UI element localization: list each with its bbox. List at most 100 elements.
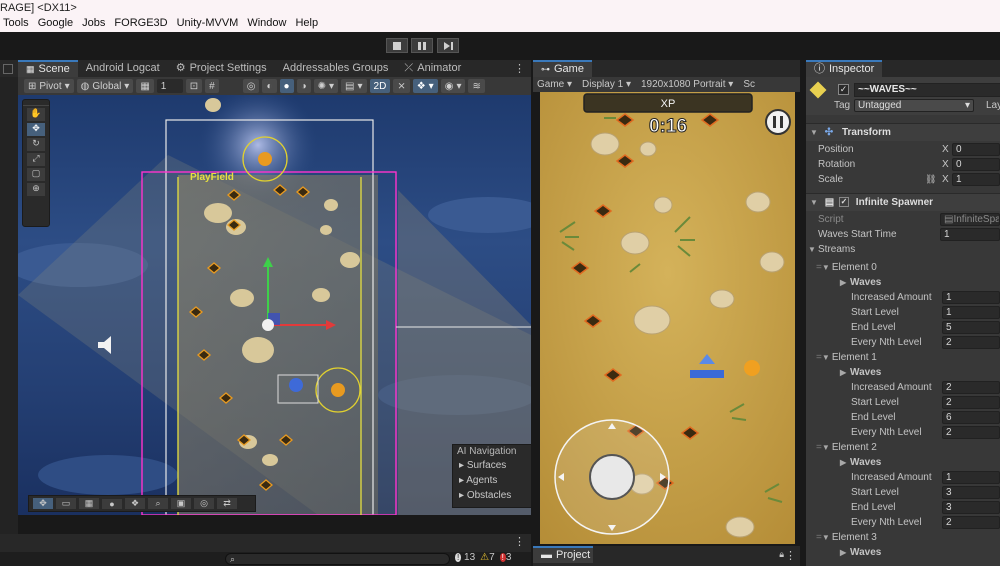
pivot-dropdown[interactable]: ⊞ Pivot ▾ xyxy=(24,79,74,93)
element-1-row[interactable]: =▼ Element 1 xyxy=(806,350,1000,365)
infinite-spawner-header[interactable]: ▼ ▤ ✓ Infinite Spawner xyxy=(806,193,1000,211)
rotation-x-field[interactable]: 0 xyxy=(952,158,1000,171)
lighting-button[interactable]: ✺ ▾ xyxy=(313,79,339,93)
element-3-row[interactable]: =▼ Element 3 xyxy=(806,530,1000,545)
menu-forge3d[interactable]: FORGE3D xyxy=(111,16,173,32)
kebab-menu-icon[interactable]: ⋮ xyxy=(785,549,796,562)
kebab-menu-icon[interactable]: ⋮ xyxy=(514,62,525,75)
active-checkbox[interactable]: ✓ xyxy=(838,84,849,95)
menu-help[interactable]: Help xyxy=(292,16,324,32)
tag-dropdown[interactable]: Untagged ▾ xyxy=(854,99,974,112)
game-canvas[interactable]: XP 0:16 xyxy=(540,92,795,544)
step-button[interactable] xyxy=(437,38,459,53)
increased-amount-field[interactable]: 2 xyxy=(942,381,1000,394)
menu-jobs[interactable]: Jobs xyxy=(79,16,111,32)
element-2-row[interactable]: =▼ Element 2 xyxy=(806,440,1000,455)
gizmos-button[interactable]: ≋ xyxy=(468,79,485,93)
move-tool-icon[interactable]: ✥ xyxy=(27,123,45,136)
menu-unity-mvvm[interactable]: Unity-MVVM xyxy=(174,16,245,32)
tile-icon[interactable]: ▭ xyxy=(56,498,76,509)
gizmo-center[interactable] xyxy=(262,319,274,331)
grid-snap-button[interactable]: ▦ xyxy=(136,79,154,93)
resolution-dropdown[interactable]: 1920x1080 Portrait ▾ xyxy=(641,79,733,90)
transform-header[interactable]: ▼ ✣ Transform xyxy=(806,123,1000,141)
effects-button[interactable]: ❖ ▾ xyxy=(412,79,438,93)
increased-amount-field[interactable]: 1 xyxy=(942,291,1000,304)
waves-start-field[interactable]: 1 xyxy=(940,228,1000,241)
error-count[interactable]: ! 3 xyxy=(499,552,511,563)
joystick-knob[interactable] xyxy=(589,454,635,500)
shaded-button[interactable]: ● xyxy=(279,79,294,93)
pause-button[interactable] xyxy=(411,38,433,53)
waves-row[interactable]: ▶ Waves xyxy=(806,545,1000,560)
menu-google[interactable]: Google xyxy=(35,16,79,32)
ai-nav-obstacles[interactable]: ▸ Obstacles xyxy=(453,488,531,503)
kebab-menu-icon[interactable]: ⋮ xyxy=(514,535,525,548)
display-dropdown[interactable]: Display 1 ▾ xyxy=(582,79,631,90)
tab-addressables-groups[interactable]: Addressables Groups xyxy=(275,60,397,77)
wireframe-button[interactable]: ◑ xyxy=(296,79,311,93)
scale-tool-icon[interactable]: ⤢ xyxy=(27,153,45,166)
position-x-field[interactable]: 0 xyxy=(952,143,1000,156)
every-nth-level-field[interactable]: 2 xyxy=(942,426,1000,439)
warning-count[interactable]: ⚠7 xyxy=(480,552,495,563)
every-nth-level-field[interactable]: 2 xyxy=(942,336,1000,349)
link-icon[interactable]: ⛓ xyxy=(925,172,936,187)
element-0-row[interactable]: =▼ Element 0 xyxy=(806,260,1000,275)
tab-project-settings[interactable]: ⚙ Project Settings xyxy=(168,60,275,77)
menu-window[interactable]: Window xyxy=(244,16,292,32)
layers-icon[interactable]: ❖ xyxy=(125,498,145,509)
rect-tool-icon[interactable]: ▢ xyxy=(27,168,45,181)
start-level-field[interactable]: 3 xyxy=(942,486,1000,499)
shuffle-icon[interactable]: ⇄ xyxy=(217,498,237,509)
rotate-tool-icon[interactable]: ↻ xyxy=(27,138,45,151)
end-level-field[interactable]: 5 xyxy=(942,321,1000,334)
console-counters[interactable]: ! 13 ⚠7 ! 3 xyxy=(455,552,511,563)
console-search-input[interactable]: ⌕ xyxy=(225,553,450,565)
tab-animator[interactable]: ⤫ Animator xyxy=(396,60,469,77)
tab-project[interactable]: ▬ Project xyxy=(533,546,593,563)
waves-row[interactable]: ▶ Waves xyxy=(806,455,1000,470)
panel-divider[interactable] xyxy=(531,60,533,566)
streams-row[interactable]: ▼ Streams xyxy=(806,242,1000,257)
tab-scene[interactable]: ▦ Scene xyxy=(18,60,78,77)
scale-x-field[interactable]: 1 xyxy=(952,173,1000,186)
game-mode-dropdown[interactable]: Game ▾ xyxy=(537,79,572,90)
waves-row[interactable]: ▶ Waves xyxy=(806,275,1000,290)
grid-visibility-button[interactable]: # xyxy=(205,79,219,93)
audio-button[interactable]: ⨯ xyxy=(393,79,410,93)
enabled-checkbox[interactable]: ✓ xyxy=(839,197,850,208)
move-icon[interactable]: ✥ xyxy=(33,498,53,509)
object-name-input[interactable]: ~~WAVES~~ xyxy=(854,83,1000,97)
info-count[interactable]: ! 13 xyxy=(455,552,475,563)
start-level-field[interactable]: 2 xyxy=(942,396,1000,409)
pause-game-button[interactable] xyxy=(765,109,791,135)
start-level-field[interactable]: 1 xyxy=(942,306,1000,319)
tab-game[interactable]: ⊶ Game xyxy=(533,60,592,77)
layout-icon[interactable] xyxy=(3,64,13,74)
visibility-button[interactable]: ◉ ▾ xyxy=(440,79,466,93)
zoom-icon[interactable]: ⌕ xyxy=(148,498,168,509)
grid-size-field[interactable]: 1 xyxy=(156,79,183,93)
gizmo-orientation-button[interactable]: ◎ xyxy=(242,79,260,93)
tab-inspector[interactable]: ⓘ Inspector xyxy=(806,60,883,77)
waves-row[interactable]: ▶ Waves xyxy=(806,365,1000,380)
fx-button[interactable]: ▤ ▾ xyxy=(341,79,367,93)
global-dropdown[interactable]: ◍ Global ▾ xyxy=(76,79,134,93)
increased-amount-field[interactable]: 1 xyxy=(942,471,1000,484)
toggle-2d-button[interactable]: 2D xyxy=(369,79,391,93)
view-tool-icon[interactable]: ✋ xyxy=(27,108,45,121)
transform-tool-icon[interactable]: ⊕ xyxy=(27,183,45,196)
draw-mode-button[interactable]: ◐ xyxy=(262,79,277,93)
end-level-field[interactable]: 3 xyxy=(942,501,1000,514)
snap-settings-button[interactable]: ⊡ xyxy=(185,79,203,93)
play-button[interactable] xyxy=(386,38,408,53)
game-viewport[interactable]: XP 0:16 xyxy=(540,92,795,544)
circle-icon[interactable]: ● xyxy=(102,498,122,509)
compass-icon[interactable]: ◎ xyxy=(194,498,214,509)
ai-nav-agents[interactable]: ▸ Agents xyxy=(453,473,531,488)
every-nth-level-field[interactable]: 2 xyxy=(942,516,1000,529)
ai-nav-surfaces[interactable]: ▸ Surfaces xyxy=(453,458,531,473)
lock-icon[interactable]: 🔒︎ xyxy=(779,549,784,560)
camera-icon[interactable]: ▣ xyxy=(171,498,191,509)
